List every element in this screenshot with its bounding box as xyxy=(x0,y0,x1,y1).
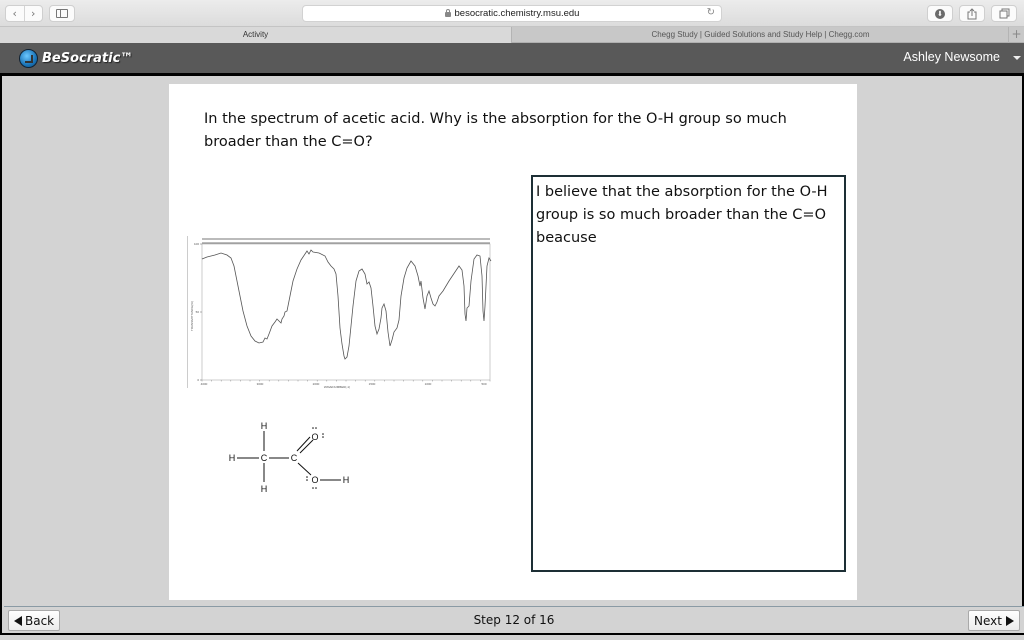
y-tick-label: 0 xyxy=(197,378,199,382)
downloads-button[interactable]: ⬇ xyxy=(927,5,953,22)
x-tick-label: 1500 xyxy=(369,382,376,386)
triangle-right-icon xyxy=(1006,615,1014,626)
question-text: In the spectrum of acetic acid. Why is t… xyxy=(204,111,787,150)
x-tick-label: 3000 xyxy=(257,382,264,386)
brand-name: BeSocratic™ xyxy=(42,51,134,66)
next-label: Next xyxy=(974,613,1002,628)
logo: BeSocratic™ xyxy=(19,49,133,68)
url-text: besocratic.chemistry.msu.edu xyxy=(454,8,580,19)
acetic-acid-structure: H H H C C O O H xyxy=(229,421,350,494)
browser-toolbar: ‹ › besocratic.chemistry.msu.edu ↻ ⬇ xyxy=(0,0,1024,27)
history-nav: ‹ › xyxy=(5,5,43,22)
tab-activity[interactable]: Activity xyxy=(0,27,512,43)
back-arrow-icon[interactable]: ‹ xyxy=(6,6,25,21)
app-header: BeSocratic™ Ashley Newsome xyxy=(0,43,1024,73)
question-card: In the spectrum of acetic acid. Why is t… xyxy=(169,84,857,600)
atom-h-left: H xyxy=(229,453,236,463)
bonds xyxy=(237,431,341,482)
show-tabs-button[interactable] xyxy=(991,5,1017,22)
y-tick-label: 50 xyxy=(196,310,200,314)
x-tick-label: 4000 xyxy=(201,382,208,386)
user-menu[interactable]: Ashley Newsome xyxy=(903,50,1000,64)
address-bar[interactable]: besocratic.chemistry.msu.edu ↻ xyxy=(302,5,722,22)
next-button[interactable]: Next xyxy=(968,610,1020,631)
atom-c-methyl: C xyxy=(261,453,268,463)
atom-h-bottom: H xyxy=(261,484,268,494)
new-tab-button[interactable]: + xyxy=(1008,27,1024,43)
y-axis-ticks: 100 50 0 xyxy=(194,242,202,382)
plot-frame xyxy=(201,243,491,381)
download-icon: ⬇ xyxy=(935,8,945,19)
x-tick-label: 500 xyxy=(481,382,486,386)
atom-h-top: H xyxy=(261,421,268,431)
activity-frame: In the spectrum of acetic acid. Why is t… xyxy=(0,73,1024,635)
atom-o-hydroxyl: O xyxy=(311,475,318,485)
y-tick-label: 100 xyxy=(194,242,199,246)
ir-spectrum-image: 100500 4000 3000 2000 1500 1000 500 TRANSMITT… xyxy=(187,236,492,389)
x-tick-label: 2000 xyxy=(313,382,320,386)
share-icon xyxy=(967,7,977,19)
lock-icon xyxy=(444,9,451,17)
tab-chegg[interactable]: Chegg Study | Guided Solutions and Study… xyxy=(513,27,1008,43)
spectrum-trace xyxy=(201,249,492,360)
sidebar-icon xyxy=(56,9,68,18)
share-button[interactable] xyxy=(959,5,985,22)
tab-bar: Activity Chegg Study | Guided Solutions … xyxy=(0,27,1024,43)
forward-arrow-icon[interactable]: › xyxy=(25,6,43,21)
footer-nav: Back Step 12 of 16 Next xyxy=(4,606,1024,633)
sidebar-toggle-button[interactable] xyxy=(49,5,75,22)
y-axis-label: TRANSMITTANCE(%) xyxy=(190,301,194,331)
besocratic-logo-icon xyxy=(19,49,38,68)
answer-textarea[interactable] xyxy=(531,175,846,572)
reload-icon[interactable]: ↻ xyxy=(707,7,715,18)
tabs-overview-icon xyxy=(999,8,1009,19)
step-indicator: Step 12 of 16 xyxy=(473,613,555,627)
x-axis-label: WAVENUMBER(-1) xyxy=(324,385,350,389)
x-tick-label: 1000 xyxy=(425,382,432,386)
atom-c-carbonyl: C xyxy=(291,453,298,463)
caret-down-icon[interactable] xyxy=(1013,56,1021,60)
atom-h-hydroxyl: H xyxy=(343,475,350,485)
